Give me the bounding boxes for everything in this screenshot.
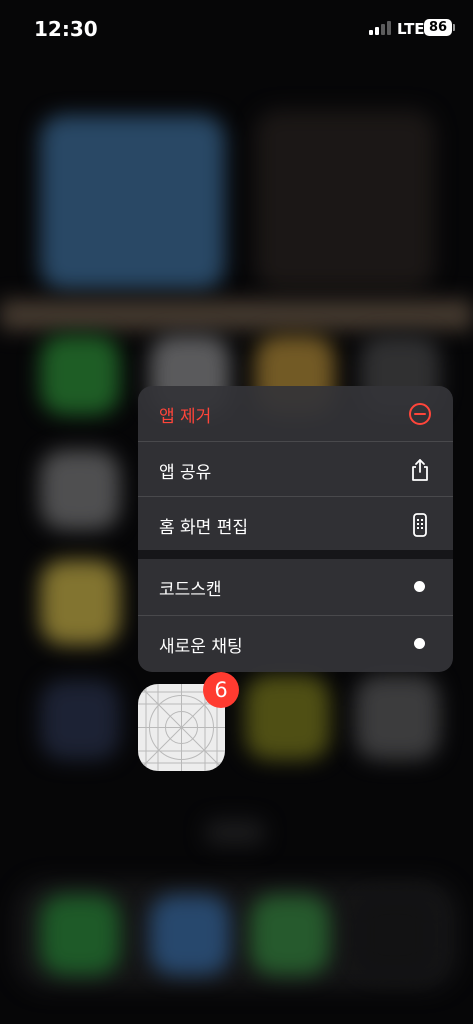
minus-circle-icon: [409, 403, 431, 425]
menu-item-label: 새로운 채팅: [159, 637, 243, 657]
network-type: LTE: [397, 20, 425, 38]
menu-item-code-scan[interactable]: 코드스캔: [138, 559, 453, 614]
menu-section-gap: [138, 550, 453, 559]
menu-item-label: 앱 공유: [159, 463, 212, 483]
phone-edit-icon: [413, 513, 427, 537]
app-context-menu: 앱 제거 앱 공유 홈 화면 편집 코드스캔 새로운 채팅: [138, 386, 453, 672]
notification-badge: 6: [203, 672, 239, 708]
cellular-signal-icon: [369, 21, 393, 35]
menu-item-label: 홈 화면 편집: [159, 518, 249, 538]
share-icon: [412, 459, 428, 481]
status-time: 12:30: [34, 17, 98, 41]
menu-item-edit-home-screen[interactable]: 홈 화면 편집: [138, 497, 453, 552]
menu-item-share-app[interactable]: 앱 공유: [138, 442, 453, 497]
status-bar: 12:30 LTE 86: [0, 0, 473, 60]
menu-item-remove-app[interactable]: 앱 제거: [138, 386, 453, 441]
menu-item-label: 앱 제거: [159, 407, 212, 427]
menu-item-label: 코드스캔: [159, 580, 222, 600]
battery-icon: 86: [424, 19, 452, 36]
dot-icon: [414, 638, 425, 649]
battery-tip: [453, 24, 455, 31]
dot-icon: [414, 581, 425, 592]
menu-item-new-chat[interactable]: 새로운 채팅: [138, 616, 453, 671]
